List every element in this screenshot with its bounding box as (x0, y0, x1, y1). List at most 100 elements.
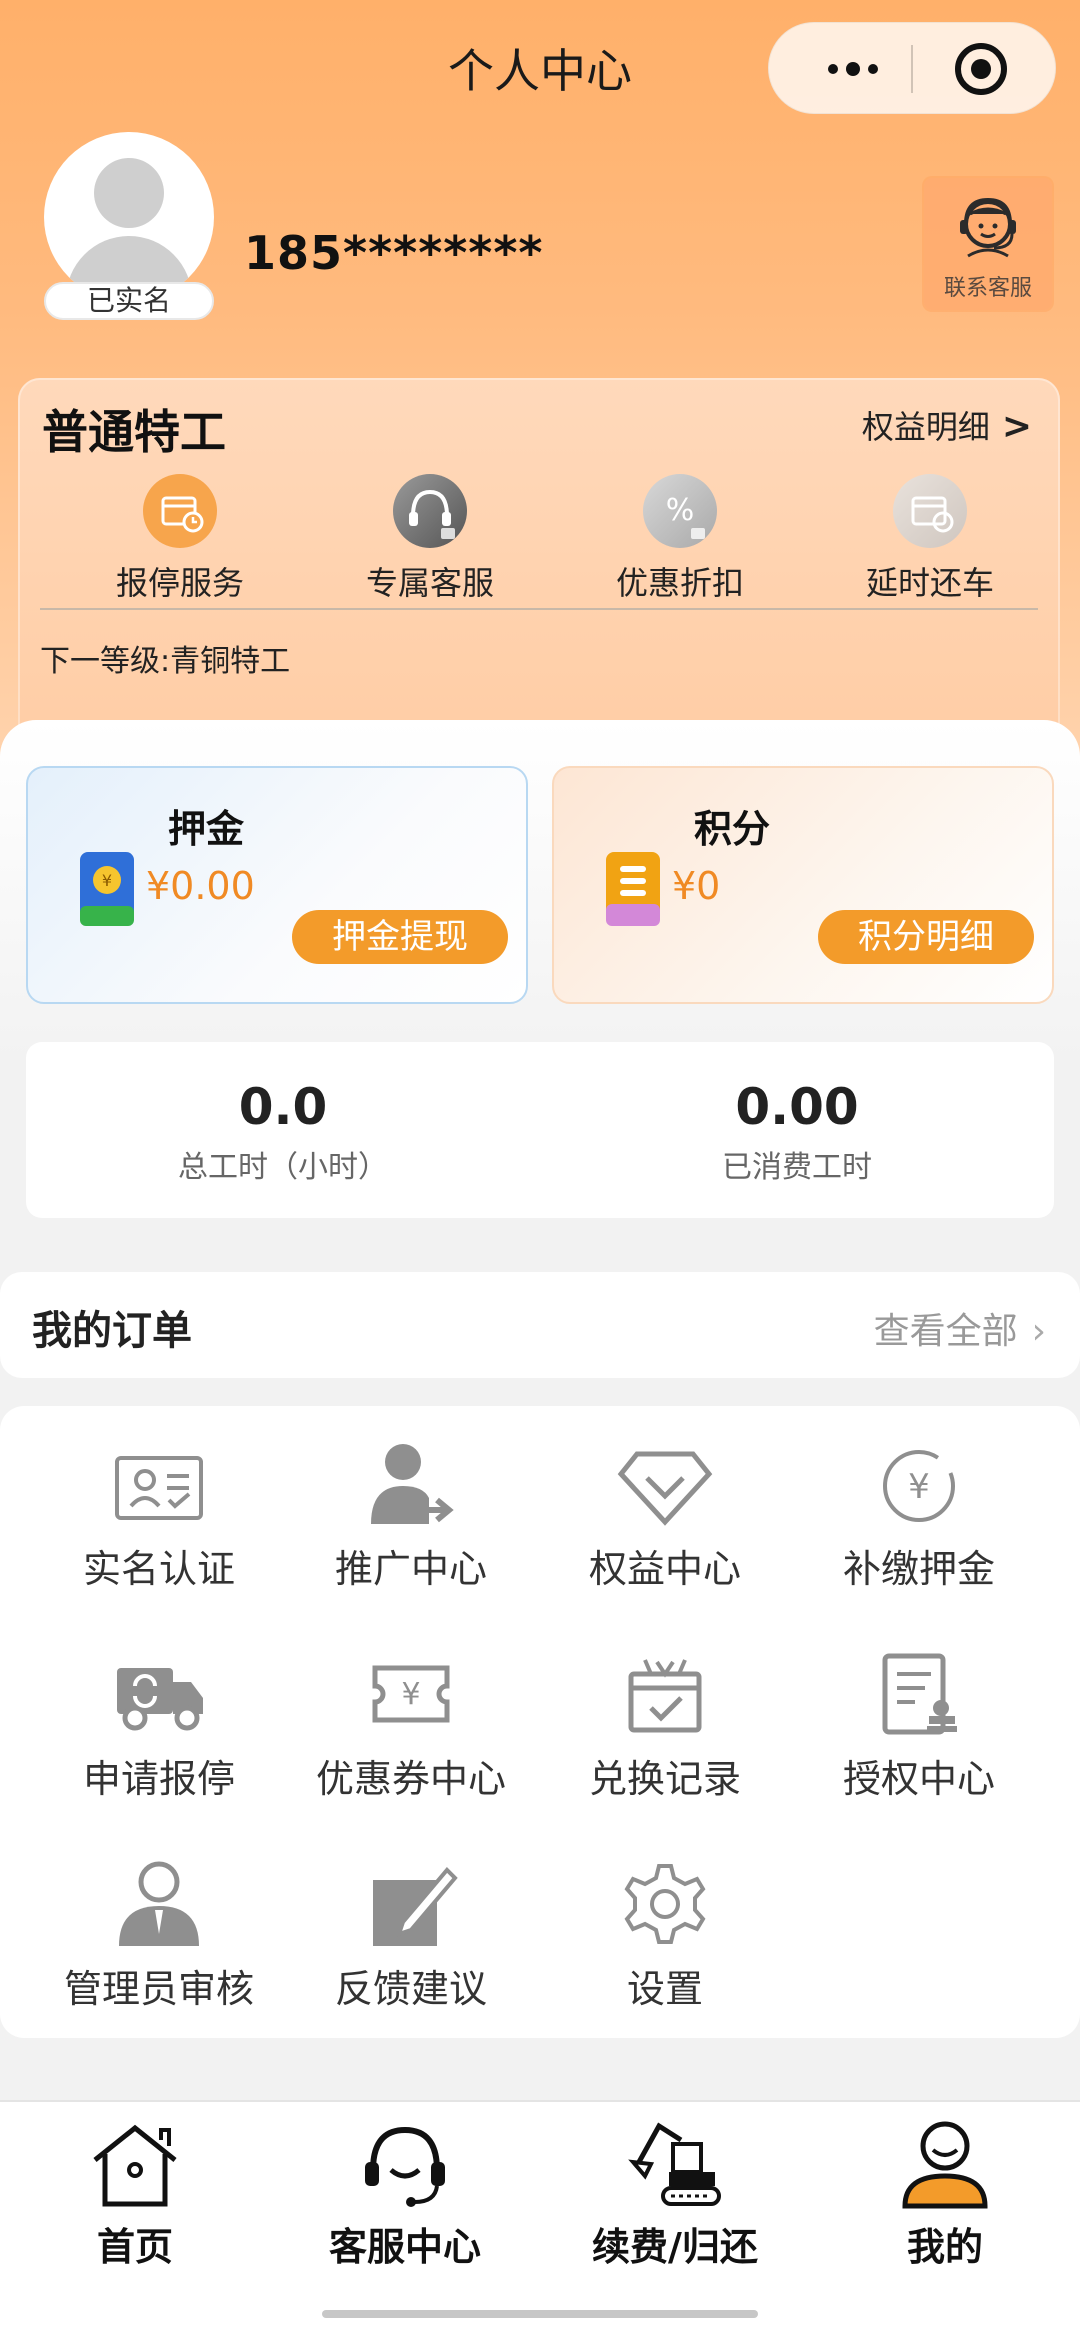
tab-label: 我的 (906, 2225, 983, 2269)
member-level-name: 普通特工 (42, 405, 226, 459)
truck-icon (111, 1646, 207, 1742)
services-grid: 实名认证 推广中心 权益中心 ¥ 补缴押金 申请报停 ¥ 优惠券中心 兑换记录 … (0, 1406, 1080, 2038)
authorization-icon (871, 1646, 967, 1742)
perk-label: 延时还车 (865, 564, 994, 602)
gift-icon (617, 1646, 713, 1742)
avatar[interactable] (44, 132, 214, 302)
service-authorization-center[interactable]: 授权中心 (792, 1646, 1046, 1803)
member-level-card: 普通特工 权益明细 > 报停服务 专属客服 % 优惠折扣 延时还车 下一等级:青… (18, 378, 1060, 748)
phone-number: 185******** (244, 226, 544, 280)
points-title: 积分 (694, 807, 771, 851)
service-label: 授权中心 (842, 1757, 995, 1801)
diamond-icon (617, 1436, 713, 1532)
service-referral-center[interactable]: 推广中心 (284, 1436, 538, 1593)
home-indicator (322, 2310, 758, 2318)
service-real-name-auth[interactable]: 实名认证 (32, 1436, 286, 1593)
points-detail-button[interactable]: 积分明细 (818, 910, 1034, 964)
mini-program-capsule (768, 22, 1056, 114)
service-label: 实名认证 (82, 1547, 235, 1591)
contact-service-label: 联系客服 (943, 276, 1032, 301)
tab-label: 续费/归还 (592, 2225, 758, 2269)
service-label: 推广中心 (334, 1547, 487, 1591)
verified-badge: 已实名 (44, 282, 214, 320)
customer-service-icon (960, 197, 1016, 258)
service-label: 申请报停 (82, 1757, 235, 1801)
service-label: 优惠券中心 (315, 1757, 506, 1801)
points-card[interactable]: 积分 ¥0 积分明细 (552, 766, 1054, 1004)
perk-label: 专属客服 (365, 564, 494, 602)
headset-icon (393, 474, 467, 548)
perk-pause-service[interactable]: 报停服务 (80, 474, 280, 604)
my-orders-row[interactable]: 我的订单 查看全部 › (0, 1272, 1080, 1378)
perk-label: 报停服务 (115, 564, 244, 602)
total-hours: 0.0 总工时（小时） (26, 1042, 540, 1186)
work-hours-card: 0.0 总工时（小时） 0.00 已消费工时 (26, 1042, 1054, 1218)
my-orders-title: 我的订单 (32, 1308, 192, 1354)
tab-customer-service[interactable]: 客服中心 (270, 2116, 540, 2271)
id-card-icon (111, 1436, 207, 1532)
svg-text:¥: ¥ (102, 871, 112, 890)
consumed-hours-label: 已消费工时 (722, 1150, 872, 1185)
service-label: 权益中心 (588, 1547, 741, 1591)
user-icon (895, 2116, 995, 2212)
more-dots-icon[interactable] (807, 23, 899, 115)
points-book-icon (606, 852, 660, 926)
coupon-icon: ¥ (363, 1646, 459, 1742)
rights-detail-link[interactable]: 权益明细 > (862, 402, 1032, 448)
service-label: 兑换记录 (588, 1757, 741, 1801)
yuan-coin-icon: ¥ (871, 1436, 967, 1532)
points-amount: ¥0 (672, 864, 721, 908)
bottom-tab-bar: 首页 客服中心 续费/归还 我的 (0, 2100, 1080, 2326)
discount-icon: % (643, 474, 717, 548)
service-feedback[interactable]: 反馈建议 (284, 1856, 538, 2013)
admin-icon (111, 1856, 207, 1952)
perk-label: 优惠折扣 (615, 564, 744, 602)
deposit-amount: ¥0.00 (146, 864, 255, 908)
total-hours-value: 0.0 (238, 1078, 328, 1136)
rights-detail-label: 权益明细 (861, 408, 990, 446)
svg-text:¥: ¥ (401, 1677, 420, 1712)
deposit-withdraw-button[interactable]: 押金提现 (292, 910, 508, 964)
contact-service-button[interactable]: 联系客服 (924, 178, 1052, 310)
pause-service-icon (143, 474, 217, 548)
excavator-icon (625, 2116, 725, 2212)
next-level-text: 下一等级:青铜特工 (40, 644, 291, 679)
service-apply-pause[interactable]: 申请报停 (32, 1646, 286, 1803)
wallet-coin-icon: ¥ (80, 852, 134, 926)
service-label: 设置 (626, 1967, 703, 2011)
tab-renew-return[interactable]: 续费/归还 (540, 2116, 810, 2271)
total-hours-label: 总工时（小时） (178, 1150, 388, 1185)
chevron-right-icon: > (1001, 406, 1032, 447)
service-exchange-records[interactable]: 兑换记录 (538, 1646, 792, 1803)
service-rights-center[interactable]: 权益中心 (538, 1436, 792, 1593)
deposit-card[interactable]: 押金 ¥ ¥0.00 押金提现 (26, 766, 528, 1004)
service-settings[interactable]: 设置 (538, 1856, 792, 2013)
capsule-divider (911, 45, 913, 93)
service-deposit-payment[interactable]: ¥ 补缴押金 (792, 1436, 1046, 1593)
deposit-title: 押金 (168, 807, 245, 851)
home-icon (85, 2116, 185, 2212)
service-label: 反馈建议 (334, 1967, 487, 2011)
headset-icon (355, 2116, 455, 2212)
tab-home[interactable]: 首页 (0, 2116, 270, 2271)
perk-delay-return[interactable]: 延时还车 (830, 474, 1030, 604)
tab-mine[interactable]: 我的 (810, 2116, 1080, 2271)
consumed-hours-value: 0.00 (735, 1078, 859, 1136)
feedback-icon (363, 1856, 459, 1952)
referral-user-icon (363, 1436, 459, 1532)
perk-discount[interactable]: % 优惠折扣 (580, 474, 780, 604)
level-divider (40, 608, 1038, 610)
service-admin-review[interactable]: 管理员审核 (32, 1856, 286, 2013)
service-label: 补缴押金 (842, 1547, 995, 1591)
chevron-right-icon: › (1031, 1311, 1046, 1352)
target-icon[interactable] (955, 43, 1007, 95)
service-coupon-center[interactable]: ¥ 优惠券中心 (284, 1646, 538, 1803)
svg-text:%: % (666, 493, 695, 528)
delay-return-icon (893, 474, 967, 548)
svg-text:¥: ¥ (908, 1467, 930, 1507)
gear-icon (617, 1856, 713, 1952)
perk-exclusive-service[interactable]: 专属客服 (330, 474, 530, 604)
service-label: 管理员审核 (63, 1967, 254, 2011)
tab-label: 首页 (96, 2225, 173, 2269)
view-all-orders-link[interactable]: 查看全部 › (874, 1302, 1046, 1354)
